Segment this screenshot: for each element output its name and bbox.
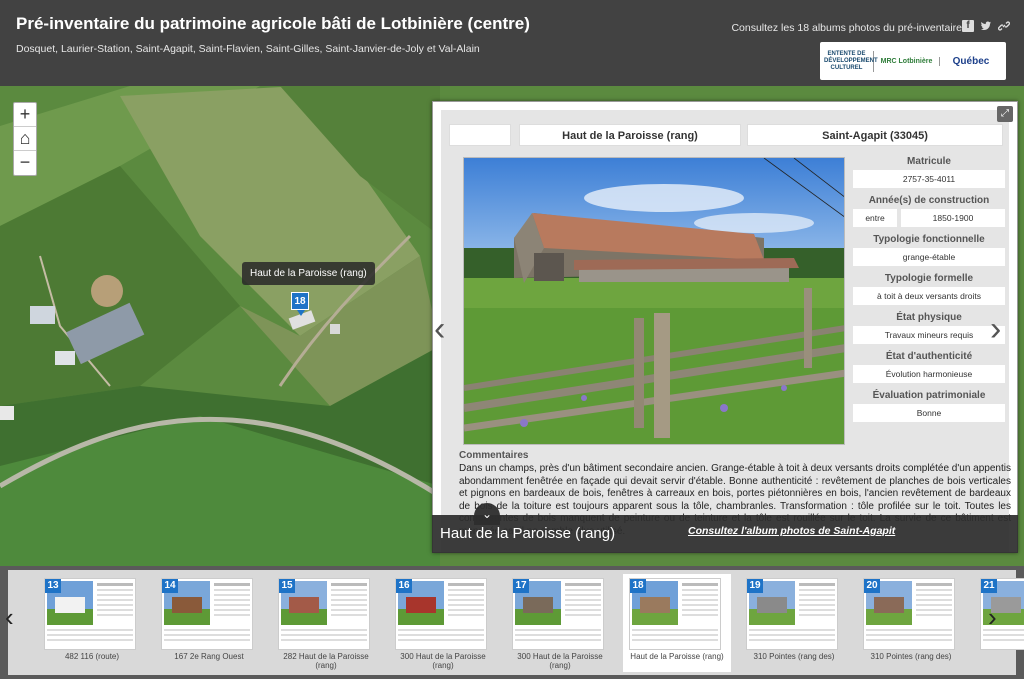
- thumbnail-number: 18: [630, 579, 646, 593]
- thumbnail-label: 310 Pointes (rang des): [753, 652, 835, 661]
- attr-value: grange-étable: [853, 248, 1005, 266]
- thumbnail-image: 15: [278, 578, 370, 650]
- zoom-controls: + ⌂ −: [13, 102, 37, 176]
- attr-typo-formelle: Typologie formelle à toit à deux versant…: [853, 273, 1005, 305]
- thumbnail-image: 20: [863, 578, 955, 650]
- quebec-logo: Québec: [952, 55, 990, 67]
- attr-typo-fonctionnelle: Typologie fonctionnelle grange-étable: [853, 234, 1005, 266]
- thumbnail-label: 167 2e Rang Ouest: [174, 652, 244, 661]
- page-subtitle: Dosquet, Laurier-Station, Saint-Agapit, …: [16, 43, 480, 55]
- next-chevron-icon[interactable]: ›: [990, 310, 1001, 349]
- thumbnail-number: 14: [162, 579, 178, 593]
- carousel-thumbnail[interactable]: 19 310 Pointes (rang des): [740, 574, 848, 672]
- home-button[interactable]: ⌂: [14, 127, 36, 151]
- carousel-thumbnail[interactable]: 13 482 116 (route): [38, 574, 146, 672]
- thumbnail-image: 19: [746, 578, 838, 650]
- carousel-thumbnail[interactable]: 15 282 Haut de la Paroisse (rang): [272, 574, 380, 672]
- thumbnail-image: 14: [161, 578, 253, 650]
- attr-label: Évaluation patrimoniale: [872, 390, 986, 401]
- attributes-column: Matricule 2757-35-4011 Année(s) de const…: [853, 156, 1005, 429]
- caption-bar: ⌄ Haut de la Paroisse (rang) Consultez l…: [432, 503, 1018, 553]
- header-blank-cell: [449, 124, 511, 146]
- carousel-thumbnail[interactable]: 16 300 Haut de la Paroisse (rang): [389, 574, 497, 672]
- thumbnail-label: 300 Haut de la Paroisse (rang): [517, 652, 603, 670]
- attr-etat-physique: État physique Travaux mineurs requis: [853, 312, 1005, 344]
- thumbnail-image: 18: [629, 578, 721, 650]
- attr-value: à toit à deux versants droits: [853, 287, 1005, 305]
- attr-value: 1850-1900: [901, 209, 1005, 227]
- map-marker[interactable]: 18: [291, 292, 309, 316]
- info-panel: Haut de la Paroisse (rang) Saint-Agapit …: [432, 101, 1018, 553]
- thumbnail-label: 310 Pointes (rang des): [870, 652, 952, 661]
- carousel-thumbnail[interactable]: 18 Haut de la Paroisse (rang): [623, 574, 731, 672]
- thumbnail-number: 13: [45, 579, 61, 593]
- attr-value: Évolution harmonieuse: [853, 365, 1005, 383]
- caption-title: Haut de la Paroisse (rang): [440, 525, 616, 542]
- panel-municipality: Saint-Agapit (33045): [747, 124, 1003, 146]
- app-header: Pré-inventaire du patrimoine agricole bâ…: [0, 0, 1024, 86]
- attr-label: Typologie formelle: [884, 273, 974, 284]
- carousel-thumbnail[interactable]: 17 300 Haut de la Paroisse (rang): [506, 574, 614, 672]
- attr-value: Travaux mineurs requis: [853, 326, 1005, 344]
- attr-label: État physique: [896, 312, 962, 323]
- carousel-track: 13 482 116 (route) 14 167 2e Rang Ouest 15 28…: [8, 570, 1024, 675]
- carousel-prev-icon[interactable]: ‹: [5, 602, 14, 633]
- expand-icon[interactable]: ⤢: [997, 106, 1013, 122]
- attr-value: Bonne: [853, 404, 1005, 422]
- attr-construction-year: Année(s) de construction entre 1850-1900: [853, 195, 1005, 227]
- attr-evaluation: Évaluation patrimoniale Bonne: [853, 390, 1005, 422]
- carousel-thumbnail[interactable]: 20 310 Pointes (rang des): [857, 574, 965, 672]
- album-link[interactable]: Consultez l'album photos de Saint-Agapit: [688, 525, 895, 537]
- attr-value-prefix: entre: [853, 209, 897, 227]
- thumbnail-number: 21: [981, 579, 997, 593]
- thumbnail-label: 1: [974, 652, 1024, 661]
- twitter-icon[interactable]: [980, 20, 992, 32]
- thumbnail-number: 17: [513, 579, 529, 593]
- thumbnail-image: 21: [980, 578, 1024, 650]
- attr-value: 2757-35-4011: [853, 170, 1005, 188]
- entente-logo: ENTENTE DE DÉVELOPPEMENT CULTUREL: [824, 50, 878, 72]
- page-title: Pré-inventaire du patrimoine agricole bâ…: [16, 14, 530, 33]
- chevron-down-icon[interactable]: ⌄: [474, 503, 500, 525]
- thumbnail-number: 19: [747, 579, 763, 593]
- building-photo: [463, 157, 845, 445]
- zoom-out-button[interactable]: −: [14, 151, 36, 175]
- carousel-next-icon[interactable]: ›: [988, 602, 997, 633]
- partner-logos: ENTENTE DE DÉVELOPPEMENT CULTUREL MRC Lo…: [820, 42, 1006, 80]
- mrc-logo: MRC Lotbinière: [874, 56, 940, 66]
- attr-label: Année(s) de construction: [868, 195, 990, 206]
- comments-label: Commentaires: [459, 450, 529, 461]
- attr-matricule: Matricule 2757-35-4011: [853, 156, 1005, 188]
- albums-link[interactable]: Consultez les 18 albums photos du pré-in…: [731, 22, 962, 34]
- thumbnail-image: 17: [512, 578, 604, 650]
- link-icon[interactable]: [997, 20, 1011, 32]
- panel-content: Haut de la Paroisse (rang) Saint-Agapit …: [441, 110, 1011, 552]
- social-links: f: [962, 20, 1011, 32]
- zoom-in-button[interactable]: +: [14, 103, 36, 127]
- attr-label: Typologie fonctionnelle: [873, 234, 985, 245]
- attr-split: entre 1850-1900: [853, 209, 1005, 227]
- thumbnail-carousel: 13 482 116 (route) 14 167 2e Rang Ouest 15 28…: [0, 566, 1024, 679]
- thumbnail-label: 482 116 (route): [64, 652, 120, 661]
- thumbnail-number: 16: [396, 579, 412, 593]
- attr-authenticite: État d'authenticité Évolution harmonieus…: [853, 351, 1005, 383]
- thumbnail-number: 20: [864, 579, 880, 593]
- facebook-icon[interactable]: f: [962, 20, 974, 32]
- thumbnail-image: 16: [395, 578, 487, 650]
- thumbnail-label: Haut de la Paroisse (rang): [630, 652, 724, 661]
- prev-chevron-icon[interactable]: ‹: [434, 310, 445, 349]
- panel-building-name: Haut de la Paroisse (rang): [519, 124, 741, 146]
- attr-label: Matricule: [907, 156, 951, 167]
- thumbnail-label: 300 Haut de la Paroisse (rang): [400, 652, 486, 670]
- thumbnail-number: 15: [279, 579, 295, 593]
- attr-label: État d'authenticité: [885, 351, 973, 362]
- map-tooltip: Haut de la Paroisse (rang): [242, 262, 375, 285]
- carousel-thumbnail[interactable]: 14 167 2e Rang Ouest: [155, 574, 263, 672]
- thumbnail-label: 282 Haut de la Paroisse (rang): [283, 652, 369, 670]
- thumbnail-image: 13: [44, 578, 136, 650]
